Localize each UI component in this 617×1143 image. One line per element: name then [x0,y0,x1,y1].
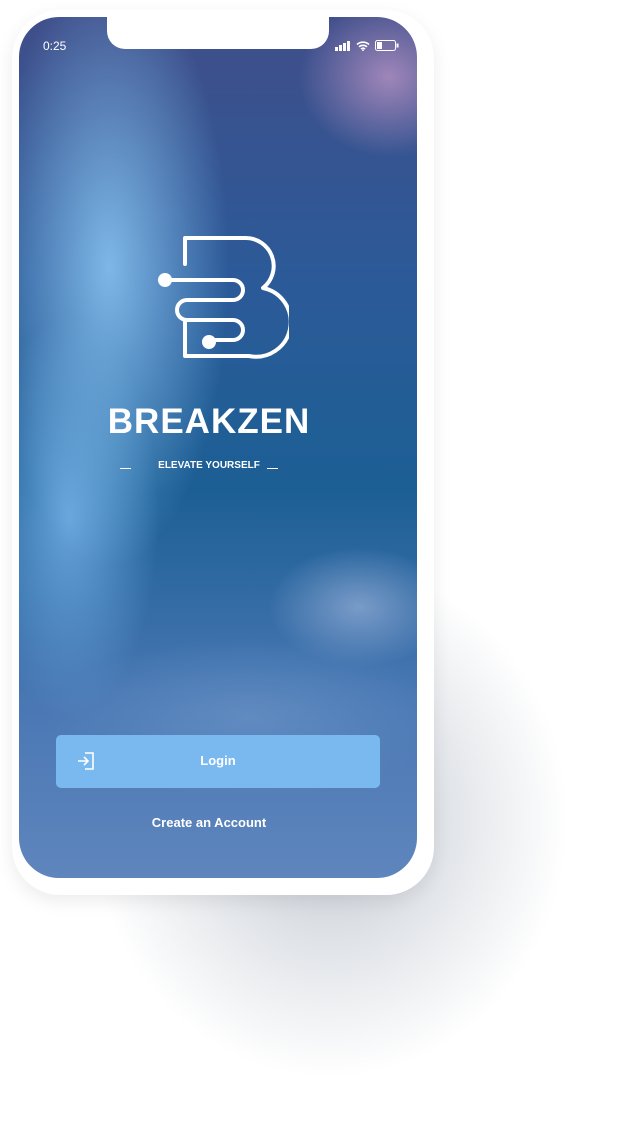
tagline-dash-right [267,468,278,469]
login-button[interactable]: Login [56,735,380,788]
status-icons [335,40,399,51]
signal-icon [335,40,350,51]
app-tagline: ELEVATE YOURSELF [158,460,260,471]
create-account-link[interactable]: Create an Account [19,815,399,830]
wifi-icon [356,40,370,51]
status-time: 0:25 [43,39,67,53]
login-label: Login [200,753,236,768]
breakzen-logo-icon [158,235,289,359]
app-name: BREAKZEN [107,402,311,441]
notch [107,17,329,49]
phone-screen: 0:25 BREAKZEN ELEVATE YOURSELF Login Cre… [19,17,417,878]
battery-icon [375,40,399,51]
